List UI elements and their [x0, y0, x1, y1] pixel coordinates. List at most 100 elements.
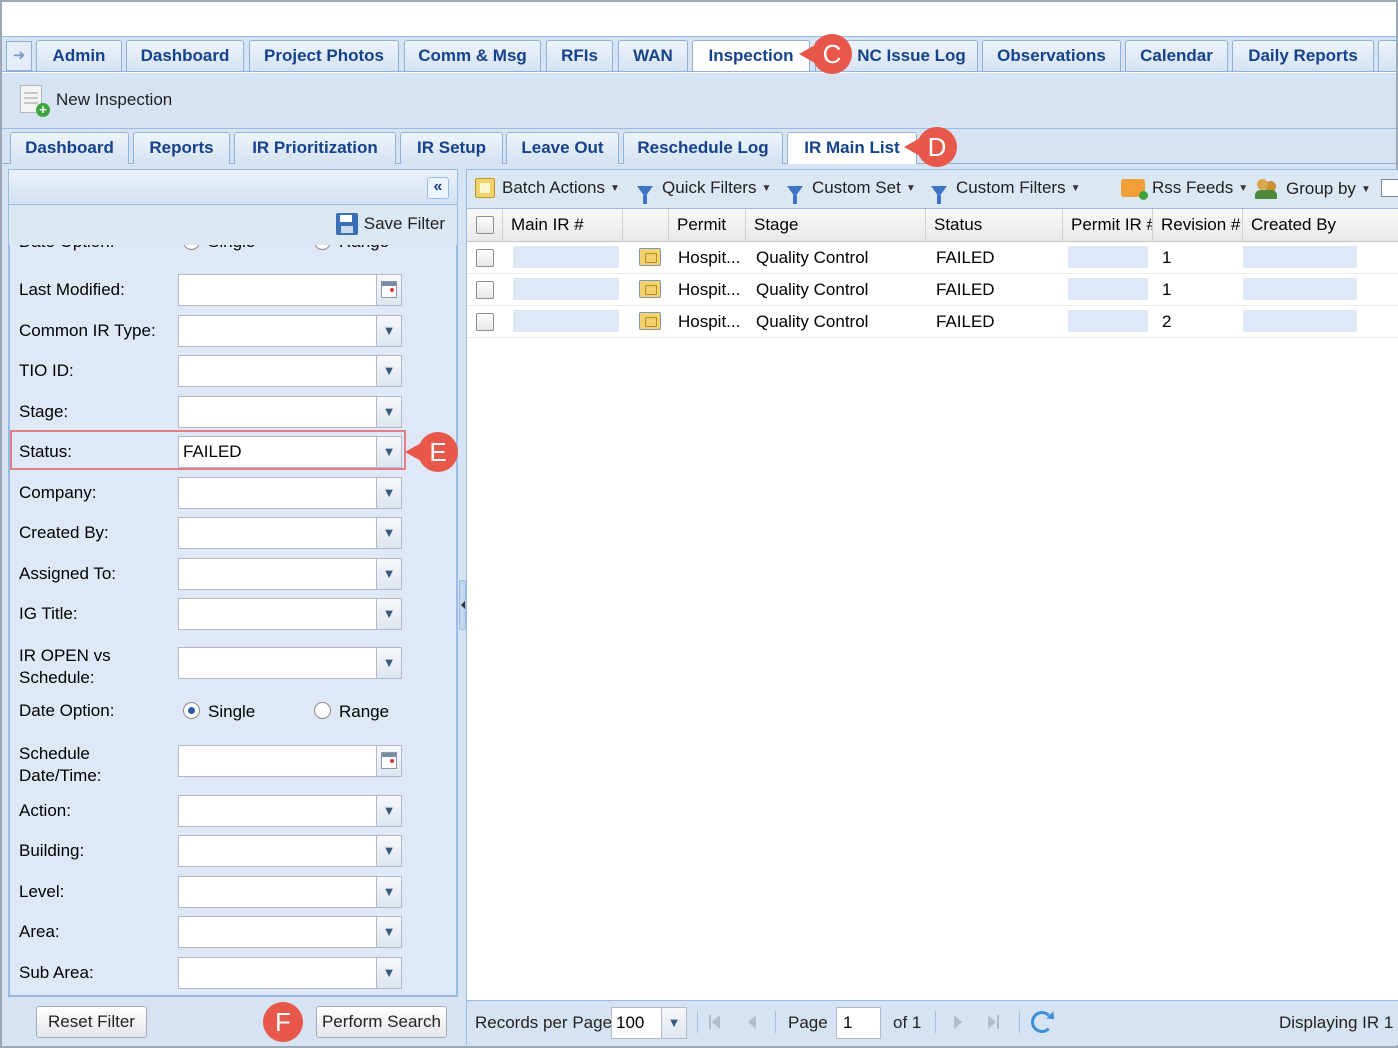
area-label: Area: — [19, 922, 60, 941]
custom-filters-button[interactable]: Custom Filters ▼ — [931, 178, 1080, 204]
table-row[interactable]: Hospit... Quality Control FAILED 2 — [467, 306, 1398, 338]
new-inspection-button[interactable]: + New Inspection — [18, 82, 172, 118]
table-row[interactable]: Hospit... Quality Control FAILED 1 — [467, 242, 1398, 274]
chevron-down-icon[interactable]: ▼ — [376, 356, 401, 386]
column-header-permit-ir[interactable]: Permit IR # — [1063, 209, 1153, 242]
last-modified-field[interactable] — [178, 274, 402, 306]
perform-search-button[interactable]: Perform Search — [316, 1006, 447, 1038]
row-checkbox[interactable] — [476, 313, 494, 331]
schedule-date-trigger[interactable] — [376, 746, 401, 776]
subtab-ir-setup[interactable]: IR Setup — [400, 132, 503, 164]
date-option-cutoff-single-radio[interactable] — [183, 245, 200, 250]
tab-observations[interactable]: Observations — [982, 40, 1121, 71]
column-header-main-ir[interactable]: Main IR # — [503, 209, 623, 242]
group-by-button[interactable]: Group by ▼ — [1255, 178, 1371, 200]
module-toolbar: + New Inspection — [2, 73, 1396, 128]
chevron-down-icon[interactable]: ▼ — [376, 877, 401, 907]
last-page-icon[interactable] — [983, 1013, 1001, 1031]
status-select[interactable]: FAILED ▼ — [178, 436, 402, 468]
subtab-dashboard[interactable]: Dashboard — [10, 132, 129, 164]
column-header-status[interactable]: Status — [926, 209, 1063, 242]
tab-overflow[interactable] — [1378, 40, 1396, 71]
chevron-down-icon[interactable]: ▼ — [376, 599, 401, 629]
inspection-detail-icon[interactable] — [639, 280, 661, 298]
row-checkbox[interactable] — [476, 281, 494, 299]
subtab-ir-prioritization[interactable]: IR Prioritization — [234, 132, 396, 164]
tab-daily-reports[interactable]: Daily Reports — [1232, 40, 1374, 71]
refresh-icon[interactable] — [1031, 1011, 1053, 1033]
custom-set-button[interactable]: Custom Set ▼ — [787, 178, 916, 204]
date-option-range-label: Range — [339, 702, 390, 721]
date-option-cutoff-range-radio[interactable] — [314, 245, 331, 250]
first-page-icon[interactable] — [707, 1013, 725, 1031]
ir-open-vs-schedule-select[interactable]: ▼ — [178, 647, 402, 679]
chevron-down-icon[interactable]: ▼ — [376, 559, 401, 589]
tab-inspection[interactable]: Inspection — [692, 40, 810, 71]
last-modified-date-trigger[interactable] — [376, 275, 401, 305]
collapse-panel-icon[interactable]: « — [427, 177, 449, 199]
chevron-down-icon[interactable]: ▼ — [376, 518, 401, 548]
date-option-cutoff-single-label: Single — [208, 245, 255, 253]
chevron-down-icon[interactable]: ▼ — [376, 478, 401, 508]
chevron-down-icon[interactable]: ▼ — [661, 1008, 686, 1038]
tab-wan[interactable]: WAN — [618, 40, 688, 71]
ig-title-select[interactable]: ▼ — [178, 598, 402, 630]
subtab-leave-out[interactable]: Leave Out — [506, 132, 619, 164]
stage-select[interactable]: ▼ — [178, 396, 402, 428]
chevron-down-icon[interactable]: ▼ — [376, 437, 401, 467]
tab-comm-msg[interactable]: Comm & Msg — [404, 40, 541, 71]
date-option-single-radio[interactable] — [183, 702, 200, 719]
previous-page-icon[interactable] — [743, 1013, 761, 1031]
scroll-left-arrow-icon[interactable]: ➜ — [6, 41, 32, 71]
schedule-datetime-field[interactable] — [178, 745, 402, 777]
records-per-page-select[interactable]: 100 ▼ — [611, 1007, 687, 1039]
tab-rfis[interactable]: RFIs — [546, 40, 613, 71]
column-header-stage[interactable]: Stage — [746, 209, 926, 242]
subtab-reschedule-log[interactable]: Reschedule Log — [623, 132, 783, 164]
subtab-reports[interactable]: Reports — [133, 132, 230, 164]
chevron-down-icon[interactable]: ▼ — [376, 958, 401, 988]
column-header-revision[interactable]: Revision # — [1153, 209, 1243, 242]
panel-splitter[interactable] — [459, 580, 466, 630]
company-select[interactable]: ▼ — [178, 477, 402, 509]
reset-filter-button[interactable]: Reset Filter — [36, 1006, 147, 1038]
chevron-down-icon[interactable]: ▼ — [376, 917, 401, 947]
chevron-down-icon[interactable]: ▼ — [376, 397, 401, 427]
action-select[interactable]: ▼ — [178, 795, 402, 827]
select-all-checkbox[interactable] — [476, 216, 494, 234]
tab-admin[interactable]: Admin — [36, 40, 122, 71]
column-header-icon[interactable] — [623, 209, 669, 242]
inspection-detail-icon[interactable] — [639, 312, 661, 330]
row-checkbox[interactable] — [476, 249, 494, 267]
rss-feeds-button[interactable]: Rss Feeds ▼ — [1121, 178, 1248, 200]
batch-actions-button[interactable]: Batch Actions ▼ — [475, 178, 620, 198]
chevron-down-icon[interactable]: ▼ — [376, 316, 401, 346]
table-row[interactable]: Hospit... Quality Control FAILED 1 — [467, 274, 1398, 306]
building-select[interactable]: ▼ — [178, 835, 402, 867]
save-filter-button[interactable]: Save Filter — [335, 213, 445, 235]
column-header-permit[interactable]: Permit — [669, 209, 746, 242]
date-option-range-radio[interactable] — [314, 702, 331, 719]
level-select[interactable]: ▼ — [178, 876, 402, 908]
area-select[interactable]: ▼ — [178, 916, 402, 948]
chevron-down-icon[interactable]: ▼ — [376, 836, 401, 866]
inspection-detail-icon[interactable] — [639, 248, 661, 266]
chevron-down-icon[interactable]: ▼ — [376, 796, 401, 826]
column-header-created-by[interactable]: Created By — [1243, 209, 1398, 242]
next-page-icon[interactable] — [949, 1013, 967, 1031]
chevron-down-icon[interactable]: ▼ — [376, 648, 401, 678]
tio-id-select[interactable]: ▼ — [178, 355, 402, 387]
created-by-select[interactable]: ▼ — [178, 517, 402, 549]
page-number-input[interactable]: 1 — [836, 1007, 881, 1039]
calendar-icon — [381, 752, 397, 769]
tab-calendar[interactable]: Calendar — [1125, 40, 1228, 71]
common-ir-type-select[interactable]: ▼ — [178, 315, 402, 347]
quick-filters-button[interactable]: Quick Filters ▼ — [637, 178, 771, 204]
tab-dashboard[interactable]: Dashboard — [126, 40, 244, 71]
sub-area-select[interactable]: ▼ — [178, 957, 402, 989]
assigned-to-select[interactable]: ▼ — [178, 558, 402, 590]
subtab-ir-main-list[interactable]: IR Main List — [787, 132, 917, 166]
level-label: Level: — [19, 882, 65, 901]
columns-icon[interactable] — [1381, 179, 1398, 197]
tab-project-photos[interactable]: Project Photos — [249, 40, 399, 71]
